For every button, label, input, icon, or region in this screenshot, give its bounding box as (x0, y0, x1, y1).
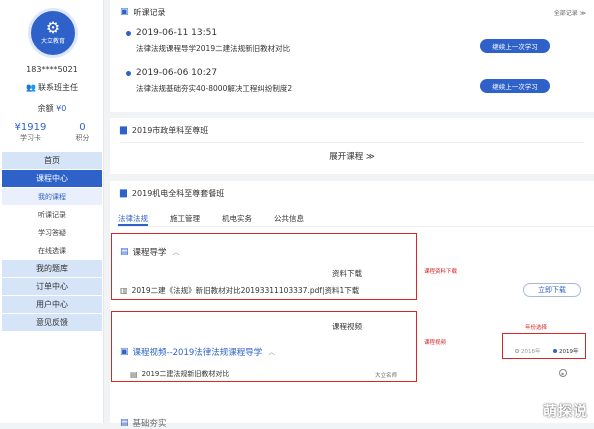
sidebar-item-select-course[interactable]: 在线选课 (2, 242, 102, 259)
year-label: 2018年 (521, 349, 541, 355)
download-overlay-label: 资料下载 (332, 269, 362, 278)
record-time: 2019-06-11 13:51 (136, 28, 218, 38)
tab-construction-management[interactable]: 施工管理 (170, 213, 200, 226)
sidebar: ⚙ 大立教育 183****5021 👥 联系班主任 余额 ¥0 ¥1919 学习… (0, 0, 104, 423)
sidebar-item-user-center[interactable]: 用户中心 (2, 296, 102, 313)
play-icon[interactable]: ▶ (559, 369, 567, 377)
stats: ¥1919 学习卡 0 积分 (0, 122, 104, 143)
video-teacher: 大立名师 (375, 373, 398, 379)
record-dot (126, 71, 131, 76)
sidebar-item-home[interactable]: 首页 (2, 152, 102, 169)
balance-value: ¥0 (56, 104, 67, 113)
stat-label: 学习卡 (19, 134, 41, 142)
records-title: 听课记录 (133, 7, 166, 17)
year-highlight-box (502, 333, 586, 359)
tab-public-info[interactable]: 公共信息 (274, 213, 304, 226)
year-option-2019[interactable]: 2019年 (553, 347, 579, 355)
sidebar-item-question-bank[interactable]: 我的题库 (2, 260, 102, 277)
guide-section-header[interactable]: ▤ 课程导学 ︿ (120, 246, 180, 258)
all-records-link[interactable]: 全部记录 ≫ (554, 8, 586, 17)
sidebar-item-qa[interactable]: 学习答疑 (2, 224, 102, 241)
continue-button[interactable]: 继续上一次学习 (480, 39, 550, 53)
file-icon: ▥ (120, 286, 128, 295)
video-section-header[interactable]: ▣ 课程视频--2019法律法规课程导学 ︿ (120, 346, 275, 358)
video-title: 课程视频--2019法律法规课程导学 (132, 348, 263, 358)
video-icon: ▣ (120, 347, 129, 357)
course-header: ▆ 2019市政单科至尊班 (110, 118, 594, 142)
record-item: 2019-06-11 13:51 法律法规课程导学2019二建法规新旧教材对比 … (126, 28, 594, 58)
annotation-year: 年份选择 (525, 325, 548, 331)
sidebar-item-my-courses[interactable]: 我的课程 (2, 188, 102, 205)
course-title: 2019市政单科至尊班 (131, 125, 209, 135)
course-panel-2: ▆ 2019机电全科至尊套餐班 法律法规 施工管理 机电实务 公共信息 ▤ 课程… (110, 181, 594, 429)
sidebar-item-feedback[interactable]: 意见反馈 (2, 314, 102, 331)
next-section-header[interactable]: ▤ 基础夯实 (120, 417, 167, 429)
sidebar-item-records[interactable]: 听课记录 (2, 206, 102, 223)
video-item[interactable]: ▤ 2019二建法规新旧教材对比 (130, 369, 229, 379)
records-header: ▣ 听课记录 (110, 0, 594, 24)
watermark: 萌探说 (543, 404, 588, 420)
user-phone: 183****5021 (26, 65, 78, 74)
course-title: 2019机电全科至尊套餐班 (131, 188, 225, 198)
stat-study-card[interactable]: ¥1919 学习卡 (15, 122, 47, 143)
logo-text: 大立教育 (40, 38, 65, 45)
course-icon: ▆ (120, 188, 127, 198)
continue-button[interactable]: 继续上一次学习 (480, 79, 550, 93)
guide-title: 课程导学 (132, 248, 167, 258)
radio-icon (553, 349, 557, 353)
records-panel: ▣ 听课记录 全部记录 ≫ 2019-06-11 13:51 法律法规课程导学2… (110, 0, 594, 112)
year-label: 2019年 (559, 349, 579, 355)
record-title[interactable]: 法律法规基础夯实40-8000解决工程纠纷制度2 (136, 83, 292, 94)
divider (120, 142, 584, 143)
tab-law[interactable]: 法律法规 (118, 213, 148, 226)
course-icon: ▆ (120, 125, 127, 135)
contact-teacher-link[interactable]: 👥 联系班主任 (0, 82, 104, 93)
radio-icon (515, 349, 519, 353)
stat-label: 积分 (75, 134, 90, 142)
contact-label: 联系班主任 (37, 83, 78, 92)
sidebar-item-orders[interactable]: 订单中心 (2, 278, 102, 295)
next-section-title: 基础夯实 (132, 419, 167, 429)
video-overlay-label: 课程视频 (332, 322, 362, 331)
user-icon: 👥 (26, 83, 36, 92)
stat-value: 0 (79, 122, 86, 133)
stat-points[interactable]: 0 积分 (75, 122, 89, 143)
chevron-up-icon: ︿ (172, 248, 180, 256)
expand-course-button[interactable]: 展开课程 ≫ (110, 150, 594, 162)
video-file-icon: ▤ (130, 369, 138, 379)
file-name: 2019二建《法规》新旧教材对比20193311103337.pdf|资料1下载 (131, 286, 360, 295)
stat-value: ¥1919 (14, 122, 47, 133)
record-dot (126, 31, 131, 36)
sidebar-item-course-center[interactable]: 课程中心 (2, 170, 102, 187)
course-header: ▆ 2019机电全科至尊套餐班 (110, 181, 594, 205)
video-item-name: 2019二建法规新旧教材对比 (141, 370, 230, 378)
annotation-video: 课程视频 (424, 340, 447, 346)
balance: 余额 ¥0 (0, 103, 104, 114)
sidebar-menu: 首页 课程中心 我的课程 听课记录 学习答疑 在线选课 我的题库 订单中心 用户… (2, 152, 102, 332)
balance-label: 余额 (37, 104, 54, 113)
annotation-download: 课程资料下载 (424, 269, 458, 275)
download-button[interactable]: 立即下载 (523, 283, 581, 297)
chevron-up-icon: ︿ (268, 348, 276, 356)
record-title[interactable]: 法律法规课程导学2019二建法规新旧教材对比 (136, 43, 290, 54)
record-item: 2019-06-06 10:27 法律法规基础夯实40-8000解决工程纠纷制度… (126, 68, 594, 98)
subject-tabs: 法律法规 施工管理 机电实务 公共信息 (118, 213, 594, 227)
year-option-2018[interactable]: 2018年 (515, 347, 541, 355)
record-time: 2019-06-06 10:27 (136, 68, 218, 78)
logo-icon: ⚙ (45, 18, 61, 37)
file-row[interactable]: ▥ 2019二建《法规》新旧教材对比20193311103337.pdf|资料1… (120, 285, 359, 296)
document-icon: ▤ (120, 247, 129, 257)
course-panel-1: ▆ 2019市政单科至尊班 展开课程 ≫ (110, 118, 594, 174)
tab-mechanical-practice[interactable]: 机电实务 (222, 213, 252, 226)
avatar[interactable]: ⚙ 大立教育 (28, 8, 78, 58)
calendar-icon: ▣ (120, 7, 129, 17)
document-icon: ▤ (120, 418, 129, 428)
